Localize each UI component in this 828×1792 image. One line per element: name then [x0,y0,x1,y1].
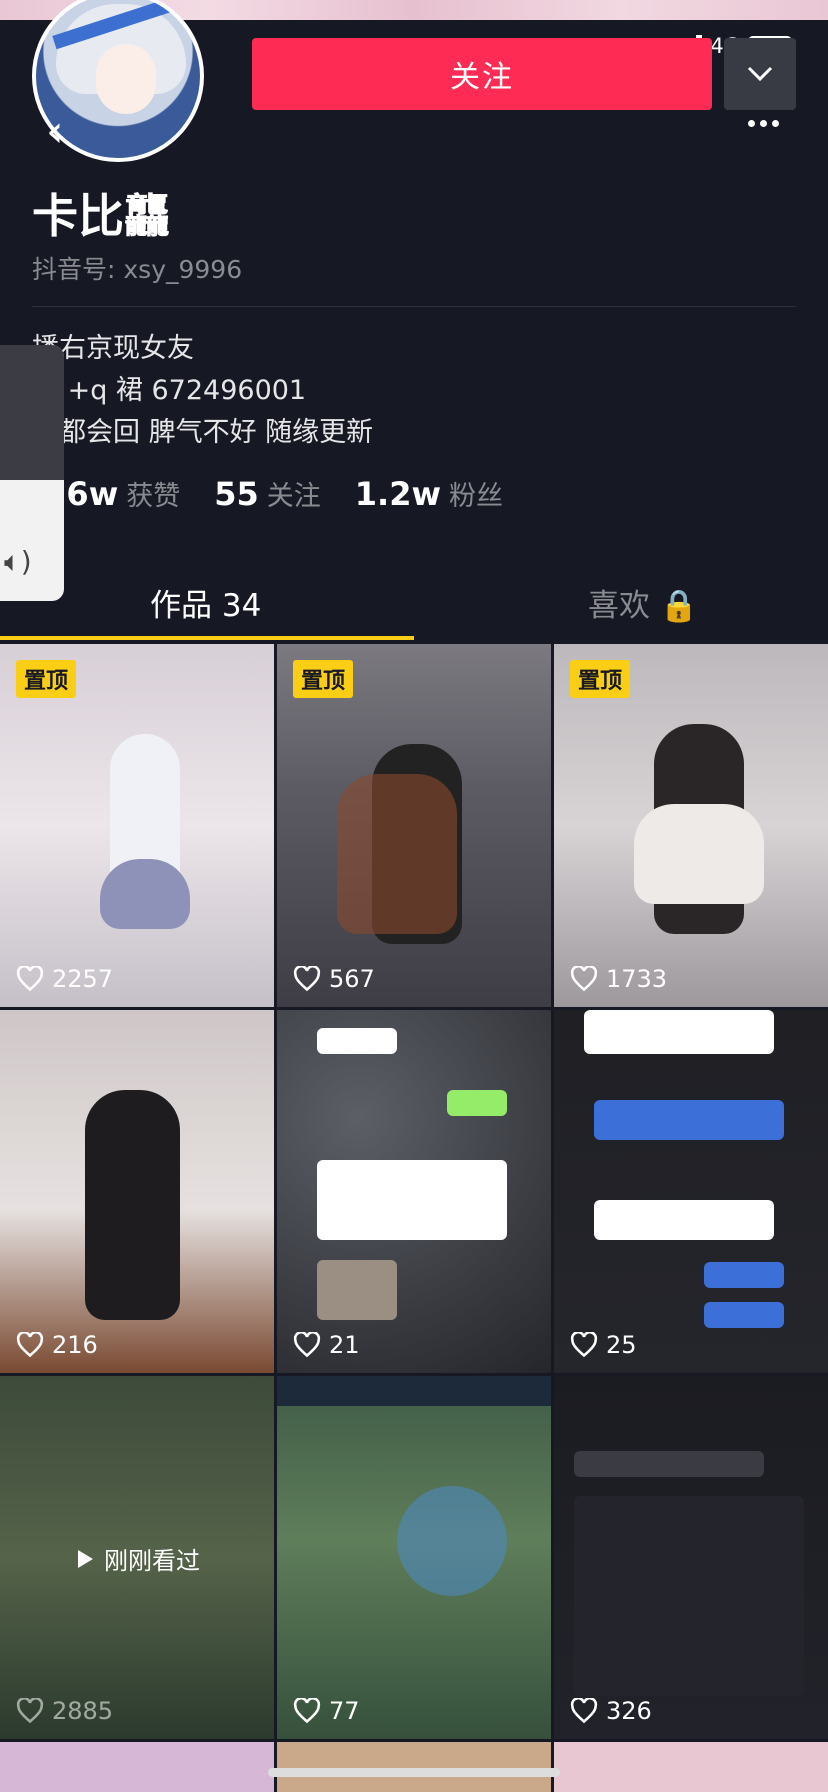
heart-icon [570,1698,598,1724]
like-count-value: 216 [52,1331,98,1359]
bio-line: 播右京现女友 [32,333,194,364]
like-count-value: 1733 [606,965,668,993]
thumbnail-chair [337,774,457,934]
tab-active-indicator [0,636,414,640]
stat-following[interactable]: 55 关注 [214,474,321,513]
video-thumbnail[interactable] [277,1742,551,1792]
douyin-id[interactable]: 抖音号: xsy_9996 [32,250,242,286]
like-count: 326 [570,1697,652,1725]
back-arrow-icon[interactable]: ‹ [46,110,86,154]
play-icon [78,1549,93,1568]
pinned-badge: 置顶 [293,660,354,698]
chat-bubble [317,1028,397,1054]
thumbnail-dress [634,804,764,904]
comment-avatars [574,1451,764,1477]
heart-icon [570,1332,598,1358]
video-thumbnail[interactable]: 刚刚看过 2885 [0,1376,274,1739]
heart-icon [16,966,44,992]
video-thumbnail[interactable]: 置顶 567 [277,644,551,1007]
next-row-thumbnails [0,1742,828,1792]
stat-value: 1.2w [354,475,442,513]
chat-bubble [447,1090,507,1116]
like-count-value: 2885 [52,1697,114,1725]
chat-bubble [704,1302,784,1328]
video-thumbnail[interactable]: 置顶 2257 [0,644,274,1007]
more-options-icon[interactable] [748,120,779,127]
video-thumbnail[interactable]: 置顶 1733 [554,644,828,1007]
tab-likes[interactable]: 喜欢 🔒 [588,580,698,625]
video-thumbnail[interactable]: 21 [277,1010,551,1373]
heart-icon [16,1698,44,1724]
thumbnail-figure [100,859,190,929]
heart-icon [16,1332,44,1358]
game-hud [277,1376,551,1406]
heart-icon [570,966,598,992]
avatar-face [96,44,156,114]
tab-works[interactable]: 作品 34 [150,580,261,625]
chat-bubble [594,1200,774,1240]
thumbnail-figure [85,1090,180,1320]
speaker-icon[interactable]: 🔈︎) [4,545,32,579]
bio-line: 者 +q 裙 672496001 [32,375,307,406]
chat-image [317,1260,397,1320]
pinned-badge: 置顶 [16,660,77,698]
volume-panel-top [0,345,64,480]
video-thumbnail[interactable]: 326 [554,1376,828,1739]
pinned-badge: 置顶 [570,660,631,698]
like-count: 21 [293,1331,360,1359]
like-count-value: 326 [606,1697,652,1725]
like-count: 2257 [16,965,113,993]
chevron-down-icon [747,66,773,82]
video-grid: 置顶 2257 置顶 567 置顶 1733 216 21 25 刚刚看过 28… [0,644,828,1739]
profile-bio: 播右京现女友 者 +q 裙 672496001 信都会回 脾气不好 随缘更新 [32,328,373,454]
like-count-value: 25 [606,1331,637,1359]
stat-label: 关注 [266,481,321,512]
like-count-value: 2257 [52,965,114,993]
follow-button[interactable]: 关注 [252,38,712,110]
comment-list [574,1496,804,1696]
heart-icon [293,1332,321,1358]
chat-bubble [317,1160,507,1240]
game-effect [397,1486,507,1596]
stat-label: 粉丝 [449,481,504,512]
video-thumbnail[interactable]: 77 [277,1376,551,1739]
video-thumbnail[interactable]: 25 [554,1010,828,1373]
stat-followers[interactable]: 1.2w 粉丝 [355,474,503,513]
chat-bubble [704,1262,784,1288]
divider [32,306,796,307]
volume-side-panel[interactable]: 🔈︎) [0,345,64,601]
video-thumbnail[interactable] [554,1742,828,1792]
home-indicator[interactable] [268,1768,560,1777]
recently-watched-text: 刚刚看过 [104,1547,200,1575]
chat-bubble [594,1100,784,1140]
heart-icon [293,966,321,992]
stat-value: 55 [214,475,259,513]
chat-bubble [584,1010,774,1054]
like-count-value: 77 [329,1697,360,1725]
recently-watched-label: 刚刚看过 [76,1541,200,1576]
recommend-dropdown-button[interactable] [724,38,796,110]
bio-line: 信都会回 脾气不好 随缘更新 [32,417,374,448]
like-count: 567 [293,965,375,993]
video-thumbnail[interactable] [0,1742,274,1792]
video-thumbnail[interactable]: 216 [0,1010,274,1373]
like-count: 1733 [570,965,667,993]
like-count: 2885 [16,1697,113,1725]
profile-nickname: 卡比龘 [32,189,170,243]
stat-label: 获赞 [126,481,181,512]
like-count-value: 21 [329,1331,360,1359]
like-count-value: 567 [329,965,375,993]
like-count: 25 [570,1331,637,1359]
like-count: 77 [293,1697,360,1725]
like-count: 216 [16,1331,98,1359]
profile-stats: 5.6w 获赞 55 关注 1.2w 粉丝 [32,474,503,513]
heart-icon [293,1698,321,1724]
